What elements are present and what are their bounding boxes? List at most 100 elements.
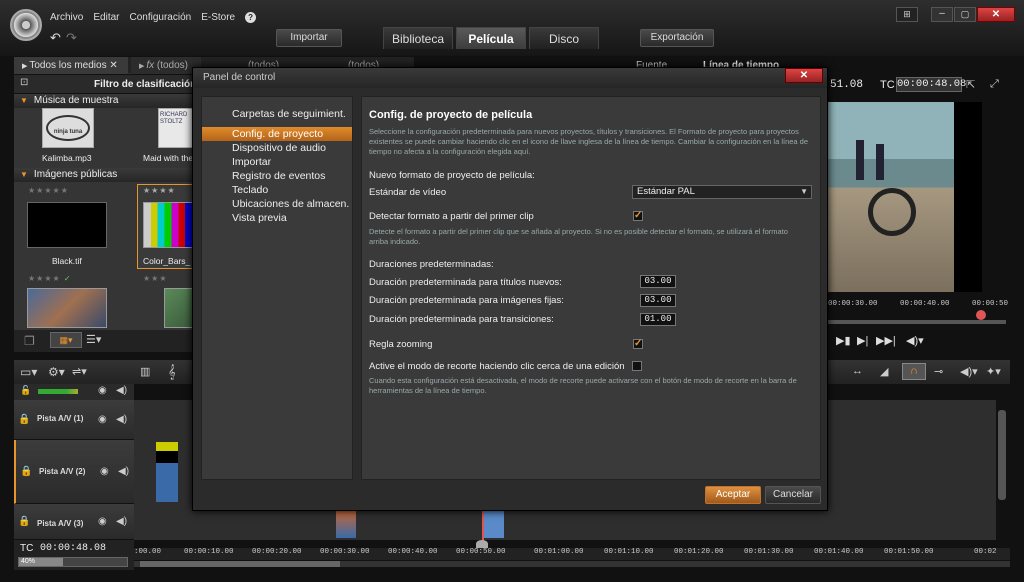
tab-biblioteca[interactable]: Biblioteca: [383, 27, 453, 49]
popout-icon[interactable]: ⇱: [966, 78, 975, 91]
trim-mode-checkbox[interactable]: [632, 361, 642, 371]
collection-icon[interactable]: ❐: [24, 334, 35, 348]
ruler-tick-0: :00.00: [134, 548, 162, 556]
sidebar-item-config-proyecto[interactable]: Config. de proyecto: [202, 127, 352, 141]
rating-stars-3[interactable]: ★★★★ ✓: [28, 274, 72, 283]
lock-icon[interactable]: 🔓: [20, 385, 31, 396]
undo-icon[interactable]: ↶: [50, 30, 61, 46]
trim-icon[interactable]: ⊸: [934, 365, 943, 378]
track-header-1[interactable]: 🔒 Pista A/V (1) ◉ ◀): [14, 400, 134, 440]
help-icon[interactable]: ?: [245, 12, 257, 23]
track-2-eye-icon[interactable]: ◉: [100, 466, 109, 477]
sidebar-item-ubicaciones[interactable]: Ubicaciones de almacen.: [202, 197, 352, 211]
menu-estore[interactable]: E-Store: [201, 12, 235, 23]
preview-scrubber[interactable]: [828, 320, 1006, 324]
scrubber-handle[interactable]: [976, 310, 986, 320]
kalimba-thumbnail[interactable]: ninja tuna: [42, 108, 94, 148]
sidebar-item-registro[interactable]: Registro de eventos: [202, 169, 352, 183]
preview-video[interactable]: [828, 102, 982, 292]
sidebar-item-teclado[interactable]: Teclado: [202, 183, 352, 197]
rating-stars-4[interactable]: ★★★: [143, 274, 168, 283]
audio-mixer-icon[interactable]: ▥: [140, 365, 150, 378]
step-forward-icon[interactable]: ▶|: [857, 334, 868, 347]
sidebar-item-audio[interactable]: Dispositivo de audio: [202, 141, 352, 155]
zoom-slider[interactable]: 40%: [18, 557, 128, 567]
redo-icon[interactable]: ↷: [66, 30, 77, 46]
tab-disco[interactable]: Disco: [529, 27, 599, 49]
track-1-eye-icon[interactable]: ◉: [98, 414, 107, 425]
preview-timecode[interactable]: 00:00:48.08: [896, 77, 966, 92]
pin-icon[interactable]: ⊡: [20, 77, 28, 88]
dur-images-input[interactable]: 03.00: [640, 294, 676, 307]
menu-archivo[interactable]: Archivo: [50, 12, 83, 23]
grid-view-icon[interactable]: ▦▾: [50, 332, 82, 348]
dur-trans-input[interactable]: 01.00: [640, 313, 676, 326]
photo-thumbnail-1[interactable]: [27, 288, 107, 328]
track-2-lock-icon[interactable]: 🔒: [20, 466, 32, 477]
dialog-title-bar[interactable]: [193, 68, 827, 88]
master-speaker-icon[interactable]: ◀): [116, 385, 127, 396]
clip-photo[interactable]: [336, 510, 356, 538]
track-header-3[interactable]: 🔒 Pista A/V (3) ◉ ◀): [14, 504, 134, 540]
sidebar-item-carpetas[interactable]: Carpetas de seguimient.: [202, 107, 352, 121]
playhead-handle[interactable]: [476, 540, 488, 548]
settings-icon[interactable]: ⚙▾: [48, 365, 65, 379]
track-2-speaker-icon[interactable]: ◀): [118, 466, 129, 477]
split-icon[interactable]: ↔: [852, 365, 863, 377]
music-icon[interactable]: 𝄞: [168, 364, 176, 380]
sidebar-item-vista-previa[interactable]: Vista previa: [202, 211, 352, 225]
timeline-ruler[interactable]: :00.00 00:00:10.00 00:00:20.00 00:00:30.…: [134, 548, 1010, 560]
dialog-close-icon[interactable]: ✕: [785, 68, 823, 83]
accept-button[interactable]: Aceptar: [705, 486, 761, 504]
track-3-lock-icon[interactable]: 🔒: [18, 516, 30, 527]
black-thumbnail[interactable]: [27, 202, 107, 248]
timeline-scrollbar[interactable]: [998, 410, 1006, 500]
cancel-button[interactable]: Cancelar: [765, 486, 821, 504]
detect-format-checkbox[interactable]: ✓: [633, 211, 643, 221]
section-images[interactable]: ▼ Imágenes públicas: [14, 168, 194, 182]
magnet-icon[interactable]: ∩: [902, 363, 926, 380]
dur-titles-input[interactable]: 03.00: [640, 275, 676, 288]
zoom-ruler-checkbox[interactable]: ✓: [633, 339, 643, 349]
track-3-speaker-icon[interactable]: ◀): [116, 516, 127, 527]
horizontal-scrollbar[interactable]: [134, 561, 1010, 567]
fullscreen-icon[interactable]: ⤢: [990, 78, 999, 91]
track-3-eye-icon[interactable]: ◉: [98, 516, 107, 527]
library-tab-all-media[interactable]: ▶ Todos los medios ✕: [14, 57, 128, 74]
clip-blue[interactable]: [482, 510, 504, 538]
close-icon[interactable]: ✕: [977, 7, 1015, 22]
play-icon[interactable]: ▶▮: [836, 334, 851, 347]
section-music[interactable]: ▼ Música de muestra: [14, 94, 194, 108]
library-tab-effects[interactable]: ▶ fx (todos): [131, 57, 201, 74]
clip-color-bars[interactable]: [156, 442, 178, 502]
timeline-timecode[interactable]: 00:00:48.08: [40, 543, 106, 554]
maximize-icon[interactable]: ▢: [954, 7, 976, 22]
export-button[interactable]: Exportación: [640, 29, 714, 47]
list-view-icon[interactable]: ☰▾: [86, 333, 101, 346]
minimize-icon[interactable]: –: [931, 7, 953, 22]
import-button[interactable]: Importar: [276, 29, 342, 47]
track-1-lock-icon[interactable]: 🔒: [18, 414, 30, 425]
track-header-2[interactable]: 🔒 Pista A/V (2) ◉ ◀): [14, 440, 134, 504]
track-options-icon[interactable]: ⇌▾: [72, 365, 87, 378]
rating-stars-2[interactable]: ★★★★: [143, 186, 176, 195]
tab-pelicula[interactable]: Película: [456, 27, 526, 49]
wand-icon[interactable]: ✦▾: [986, 365, 1001, 378]
color-bars-thumbnail[interactable]: [143, 202, 194, 248]
fast-forward-icon[interactable]: ▶▶|: [876, 334, 896, 347]
video-standard-select[interactable]: Estándar PAL ▼: [632, 185, 812, 199]
menu-editar[interactable]: Editar: [93, 12, 119, 23]
sidebar-item-importar[interactable]: Importar: [202, 155, 352, 169]
razor-icon[interactable]: ◢: [880, 365, 888, 378]
menu-configuracion[interactable]: Configuración: [129, 12, 191, 23]
photo-thumbnail-2[interactable]: [164, 288, 194, 328]
master-eye-icon[interactable]: ◉: [98, 385, 107, 396]
store-cart-icon[interactable]: ⊞: [896, 7, 918, 22]
track-1-speaker-icon[interactable]: ◀): [116, 414, 127, 425]
sort-filter-label[interactable]: Filtro de clasificación: [94, 79, 196, 90]
voiceover-icon[interactable]: ◀)▾: [960, 365, 978, 378]
storyboard-icon[interactable]: ▭▾: [20, 365, 37, 379]
rating-stars[interactable]: ★★★★★: [28, 186, 69, 195]
maid-thumbnail[interactable]: RICHARD STOLTZ: [158, 108, 194, 148]
volume-icon[interactable]: ◀)▾: [906, 334, 924, 347]
